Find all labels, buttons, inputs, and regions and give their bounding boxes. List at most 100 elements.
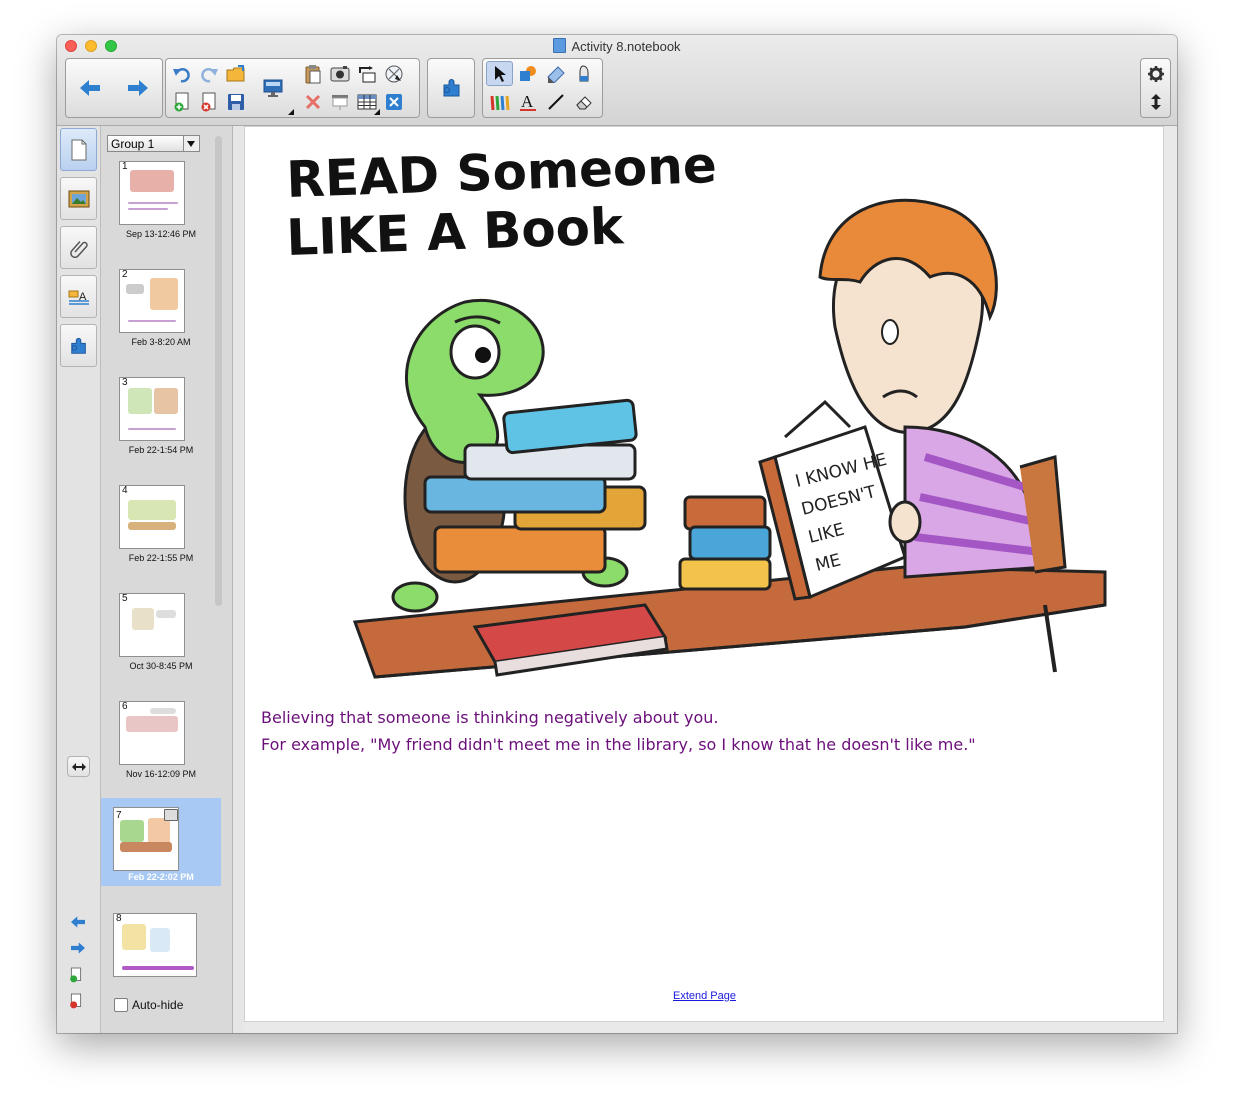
page-thumbnail-1[interactable]: 1 Sep 13-12:46 PM <box>101 159 221 259</box>
toolbar-position-button[interactable] <box>1142 89 1169 114</box>
thumbnail-image <box>119 485 185 549</box>
addon-group <box>427 58 475 118</box>
screen-capture-icon <box>358 65 375 82</box>
sidebar-add-page-button[interactable] <box>69 967 83 987</box>
page-thumbnail-3[interactable]: 3 Feb 22-1:54 PM <box>101 375 221 475</box>
screen-shade-button[interactable] <box>258 75 288 100</box>
thumbnail-image <box>119 269 185 333</box>
thumbnail-image <box>113 807 179 871</box>
page-thumbnail-8[interactable]: 8 <box>101 911 221 1011</box>
delete-icon <box>305 94 320 109</box>
screen-shade-2-button[interactable] <box>326 89 353 114</box>
page-sorter: Group 1 1 Sep 13-12:46 PM 2 Feb 3-8:20 A… <box>101 126 233 1033</box>
svg-text:A: A <box>521 92 534 111</box>
small-back-icon <box>71 916 85 928</box>
add-page-button[interactable] <box>168 89 195 114</box>
fill-tool[interactable] <box>570 61 597 86</box>
group-selector[interactable]: Group 1 <box>107 135 200 152</box>
notebook-page[interactable]: READ Someone LIKE A Book I KNOW HE DOESN… <box>244 126 1164 1022</box>
delete-page-icon <box>201 92 215 111</box>
page-thumbnail-5[interactable]: 5 Oct 30-8:45 PM <box>101 591 221 691</box>
shapes-tool[interactable] <box>514 61 541 86</box>
screenshot-button[interactable] <box>326 61 353 86</box>
screen-capture-button[interactable] <box>353 61 380 86</box>
text-icon: A <box>519 92 536 111</box>
left-right-arrow-icon <box>71 762 86 771</box>
table-icon <box>357 94 376 109</box>
screenshot-icon <box>330 65 349 81</box>
thumbnail-image <box>119 161 185 225</box>
fill-icon <box>579 64 588 81</box>
addons-tab[interactable] <box>60 324 97 367</box>
checkbox-box[interactable] <box>114 998 128 1012</box>
forward-icon <box>128 79 148 96</box>
autohide-checkbox[interactable]: Auto-hide <box>114 998 183 1012</box>
small-forward-icon <box>71 942 85 954</box>
gallery-icon <box>68 190 89 207</box>
line-tool[interactable] <box>542 89 569 114</box>
undo-button[interactable] <box>168 61 195 86</box>
sidebar-previous-button[interactable] <box>69 915 87 933</box>
delete-button[interactable] <box>299 89 326 114</box>
page-thumbnail-6[interactable]: 6 Nov 16-12:09 PM <box>101 699 221 799</box>
attachments-tab[interactable] <box>60 226 97 269</box>
magic-pen-tool[interactable] <box>542 61 569 86</box>
cartoon-illustration: READ Someone LIKE A Book I KNOW HE DOESN… <box>285 136 1107 679</box>
gallery-tab[interactable] <box>60 177 97 220</box>
page-thumbnail-2[interactable]: 2 Feb 3-8:20 AM <box>101 267 221 367</box>
close-x-button[interactable] <box>380 89 407 114</box>
drawing-tools-group: A <box>482 58 603 118</box>
small-delete-page-icon <box>70 993 82 1009</box>
redo-button[interactable] <box>195 61 222 86</box>
extend-page-link[interactable]: Extend Page <box>673 990 736 1002</box>
panel-divider[interactable] <box>233 126 244 1033</box>
swap-side-button[interactable] <box>67 756 90 777</box>
thumbnail-image <box>119 593 185 657</box>
screen-shade-icon <box>263 79 283 97</box>
delete-page-button[interactable] <box>195 89 222 114</box>
close-box-icon <box>385 93 402 110</box>
previous-page-button[interactable] <box>74 75 106 100</box>
sidebar-next-button[interactable] <box>69 941 87 959</box>
paste-button[interactable] <box>299 61 326 86</box>
text-tool[interactable]: A <box>514 89 541 114</box>
caption-line-2: For example, "My friend didn't meet me i… <box>261 735 976 754</box>
cartoon-title-line-2: LIKE A Book <box>285 197 626 267</box>
pens-tool[interactable] <box>486 89 513 114</box>
window-title: Activity 8.notebook <box>57 38 1177 54</box>
pens-icon <box>490 95 509 110</box>
next-page-button[interactable] <box>122 75 154 100</box>
settings-icon <box>1147 65 1164 82</box>
addon-icon <box>443 78 460 96</box>
eraser-tool[interactable] <box>570 89 597 114</box>
open-icon <box>226 64 244 81</box>
chevron-down-icon <box>183 136 199 151</box>
navigation-group <box>65 58 163 118</box>
magic-pen-icon <box>546 65 565 83</box>
title-bar: Activity 8.notebook A <box>57 35 1177 126</box>
toolbar-position-icon <box>1150 93 1161 110</box>
sidebar-delete-page-button[interactable] <box>69 993 83 1013</box>
new-page-icon <box>174 92 188 111</box>
thumbnail-image <box>119 701 185 765</box>
page-thumbnail-7[interactable]: 7 Feb 22-2:02 PM <box>101 798 221 886</box>
page-thumbnail-4[interactable]: 4 Feb 22-1:55 PM <box>101 483 221 583</box>
app-window: Activity 8.notebook A A Group 1 1 Sep 13… <box>57 35 1177 1033</box>
properties-icon: A <box>68 290 89 305</box>
save-button[interactable] <box>222 89 249 114</box>
caption-line-1: Believing that someone is thinking negat… <box>261 708 719 727</box>
full-screen-button[interactable] <box>380 61 407 86</box>
side-tabs: A <box>57 126 101 1033</box>
back-icon <box>80 79 100 96</box>
page-sorter-tab[interactable] <box>60 128 97 171</box>
properties-tab[interactable]: A <box>60 275 97 318</box>
open-file-button[interactable] <box>222 61 249 86</box>
paperclip-icon <box>69 240 88 258</box>
addon-button[interactable] <box>437 75 467 100</box>
screen-shade-menu-arrow[interactable] <box>288 109 294 115</box>
save-icon <box>227 93 244 110</box>
select-tool[interactable] <box>486 61 513 86</box>
settings-button[interactable] <box>1142 61 1169 86</box>
main-toolbar-group <box>165 58 420 118</box>
paste-icon <box>305 64 320 83</box>
